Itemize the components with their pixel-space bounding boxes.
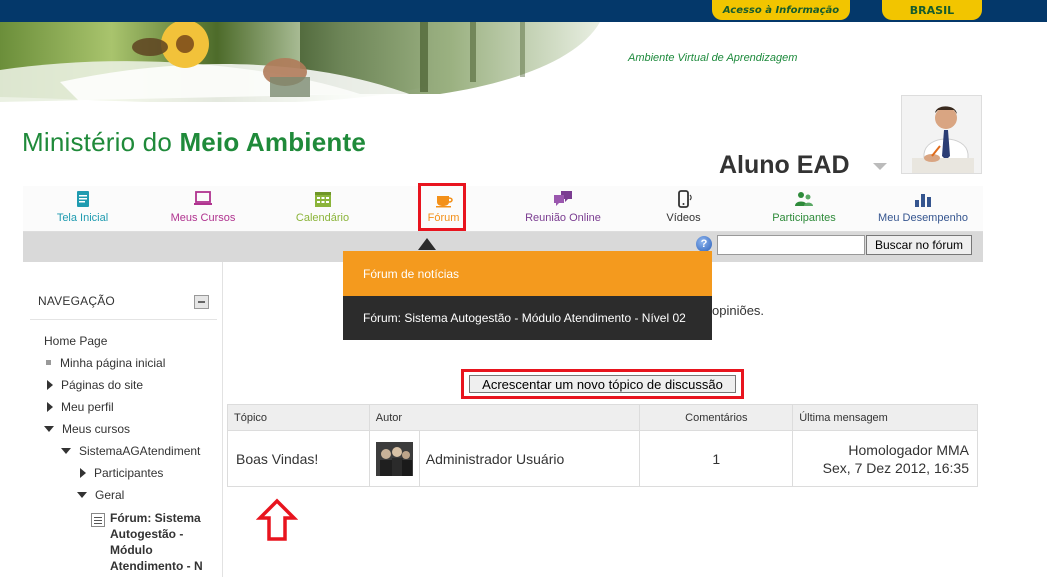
column-header-topic[interactable]: Tópico [227, 404, 370, 431]
nav-videos[interactable]: Vídeos [661, 186, 706, 232]
forum-search-input[interactable] [717, 235, 865, 255]
laptop-icon [194, 191, 212, 205]
tree-item-label: Meu perfil [61, 400, 114, 414]
tree-item-site-pages[interactable]: Páginas do site [47, 378, 143, 392]
site-title[interactable]: Ministério do Meio Ambiente [22, 127, 366, 158]
comments-count[interactable]: 1 [639, 430, 794, 487]
expand-down-icon [77, 492, 87, 498]
author-link[interactable]: Administrador Usuário [418, 430, 641, 487]
nav-label: Reunião Online [525, 212, 601, 224]
site-title-part2: Meio Ambiente [179, 127, 366, 157]
up-arrow-annotation-icon [256, 498, 298, 541]
tree-item-label: Meus cursos [62, 422, 131, 436]
user-menu-caret-icon[interactable] [873, 163, 887, 170]
tree-item-general[interactable]: Geral [77, 488, 124, 502]
collapse-block-icon[interactable] [194, 295, 209, 309]
last-post-author[interactable]: Homologador MMA [793, 441, 969, 459]
nav-label: Tela Inicial [56, 212, 109, 224]
tree-item-label: SistemaAGAtendiment [79, 444, 201, 458]
expand-right-icon [47, 380, 53, 390]
table-header-row: Tópico Autor Comentários Última mensagem [227, 404, 978, 431]
calendar-icon [314, 192, 331, 207]
author-picture-cell [368, 430, 420, 487]
nav-reuniao-online[interactable]: Reunião Online [513, 186, 613, 232]
avatar-picture [902, 96, 981, 173]
tree-item-label: Home Page [44, 334, 108, 348]
tree-item-course[interactable]: SistemaAGAtendiment [61, 444, 200, 458]
brasil-link[interactable]: BRASIL [882, 0, 982, 20]
nav-meus-cursos[interactable]: Meus Cursos [163, 186, 243, 232]
avatar[interactable] [901, 95, 982, 174]
forum-dropdown-menu: Fórum de notícias Fórum: Sistema Autoges… [343, 251, 712, 340]
forum-intro-text: opiniões. [712, 303, 765, 318]
expand-down-icon [61, 448, 71, 454]
forum-topics-table: Tópico Autor Comentários Última mensagem… [227, 404, 978, 487]
column-header-last-post[interactable]: Última mensagem [792, 404, 978, 431]
search-forum-button[interactable]: Buscar no fórum [866, 235, 972, 255]
tree-item-home[interactable]: Home Page [44, 334, 107, 348]
people-icon [795, 192, 813, 206]
dropdown-item-forum-noticias[interactable]: Fórum de notícias [343, 251, 712, 296]
tree-item-label: Minha página inicial [60, 356, 166, 370]
column-header-author[interactable]: Autor [368, 404, 641, 431]
tree-item-participants[interactable]: Participantes [80, 466, 163, 480]
add-discussion-topic-button[interactable]: Acrescentar um novo tópico de discussão [469, 375, 736, 393]
expand-right-icon [80, 468, 86, 478]
user-name[interactable]: Aluno EAD [719, 151, 850, 180]
forum-highlight-box [418, 183, 466, 231]
expand-down-icon [44, 426, 54, 432]
divider [30, 319, 217, 320]
tree-item-my-home[interactable]: Minha página inicial [46, 356, 165, 370]
header-banner: Ambiente Virtual de Aprendizagem [0, 22, 1047, 102]
nav-calendario[interactable]: Calendário [285, 186, 360, 232]
acesso-informacao-link[interactable]: Acesso à Informação [712, 0, 850, 20]
help-icon[interactable]: ? [696, 236, 712, 252]
tree-item-label: Páginas do site [61, 378, 144, 392]
last-post-date[interactable]: Sex, 7 Dez 2012, 16:35 [793, 459, 969, 477]
dropdown-item-forum-sistema[interactable]: Fórum: Sistema Autogestão - Módulo Atend… [343, 296, 712, 340]
navigation-block-header: NAVEGAÇÃO [38, 294, 115, 308]
nav-label: Vídeos [666, 212, 701, 224]
nav-label: Participantes [772, 212, 836, 224]
nav-participantes[interactable]: Participantes [761, 186, 847, 232]
mobile-icon [677, 190, 692, 208]
chat-bubbles-icon [554, 191, 572, 206]
tree-item-label: Fórum: Sistema Autogestão - Módulo Atend… [110, 511, 203, 573]
topic-link[interactable]: Boas Vindas! [227, 430, 370, 487]
nav-label: Meus Cursos [170, 212, 236, 224]
site-title-part1: Ministério do [22, 127, 172, 157]
bar-chart-icon [915, 194, 931, 207]
tree-item-my-profile[interactable]: Meu perfil [47, 400, 114, 414]
bullet-icon [46, 360, 51, 365]
table-row: Boas Vindas! Administrador Usuário 1 Hom… [227, 430, 978, 487]
forum-icon [91, 513, 105, 527]
main-nav: Tela Inicial Meus Cursos Calendário Fóru… [23, 186, 983, 232]
document-icon [76, 191, 89, 207]
nav-meu-desempenho[interactable]: Meu Desempenho [869, 186, 977, 232]
last-post-cell: Homologador MMA Sex, 7 Dez 2012, 16:35 [792, 430, 978, 487]
tree-item-label: Participantes [94, 466, 164, 480]
expand-right-icon [47, 402, 53, 412]
banner-illustration [0, 22, 1047, 102]
dropdown-pointer [418, 238, 436, 250]
nav-tela-inicial[interactable]: Tela Inicial [45, 186, 120, 232]
tree-item-label: Geral [95, 488, 125, 502]
nav-label: Meu Desempenho [878, 212, 968, 224]
ava-label: Ambiente Virtual de Aprendizagem [628, 52, 798, 64]
tree-item-my-courses[interactable]: Meus cursos [44, 422, 130, 436]
author-avatar-image [375, 441, 413, 476]
author-avatar[interactable] [375, 441, 413, 476]
nav-label: Calendário [295, 212, 350, 224]
column-header-comments[interactable]: Comentários [639, 404, 794, 431]
